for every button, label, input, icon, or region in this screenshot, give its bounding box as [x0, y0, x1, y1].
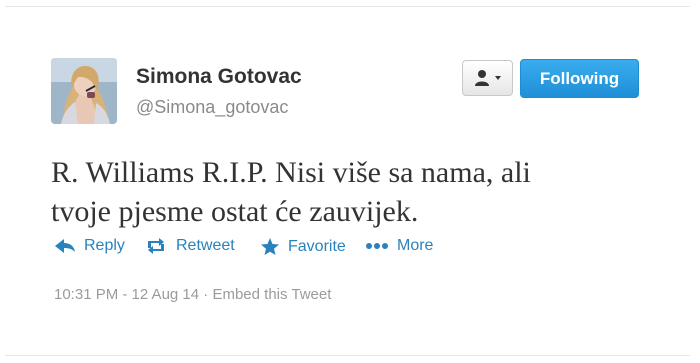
reply-label: Reply: [84, 237, 125, 254]
embed-tweet-link[interactable]: Embed this Tweet: [212, 286, 331, 303]
user-actions-dropdown[interactable]: [462, 60, 513, 96]
tweet-meta: 10:31 PM - 12 Aug 14 · Embed this Tweet: [54, 286, 331, 303]
favorite-label: Favorite: [288, 237, 346, 255]
meta-separator: ·: [203, 286, 209, 303]
more-button[interactable]: More: [365, 237, 433, 255]
user-icon: [475, 70, 489, 86]
tweet-card: Simona Gotovac @Simona_gotovac Following…: [5, 6, 690, 356]
chevron-down-icon: [495, 76, 501, 80]
avatar[interactable]: [51, 58, 117, 124]
retweet-button[interactable]: Retweet: [144, 237, 235, 255]
reply-button[interactable]: Reply: [54, 237, 125, 255]
timestamp-link[interactable]: 10:31 PM - 12 Aug 14: [54, 286, 199, 303]
star-icon: [261, 238, 279, 255]
following-button[interactable]: Following: [520, 59, 639, 98]
tweet-actions: Reply Retweet Favorite More: [54, 237, 484, 263]
tweet-text: R. Williams R.I.P. Nisi više sa nama, al…: [51, 153, 591, 231]
more-label: More: [397, 237, 434, 254]
username-handle[interactable]: @Simona_gotovac: [136, 97, 288, 118]
more-icon: [366, 243, 388, 249]
retweet-label: Retweet: [176, 237, 235, 254]
display-name[interactable]: Simona Gotovac: [136, 65, 302, 89]
tweet-line: R. Williams R.I.P. Nisi više sa nama, al…: [51, 156, 531, 189]
avatar-image: [51, 58, 117, 124]
retweet-icon: [148, 238, 164, 254]
favorite-button[interactable]: Favorite: [260, 237, 346, 256]
reply-icon: [55, 239, 75, 253]
tweet-line: tvoje pjesme ostat će zauvijek.: [51, 195, 419, 228]
